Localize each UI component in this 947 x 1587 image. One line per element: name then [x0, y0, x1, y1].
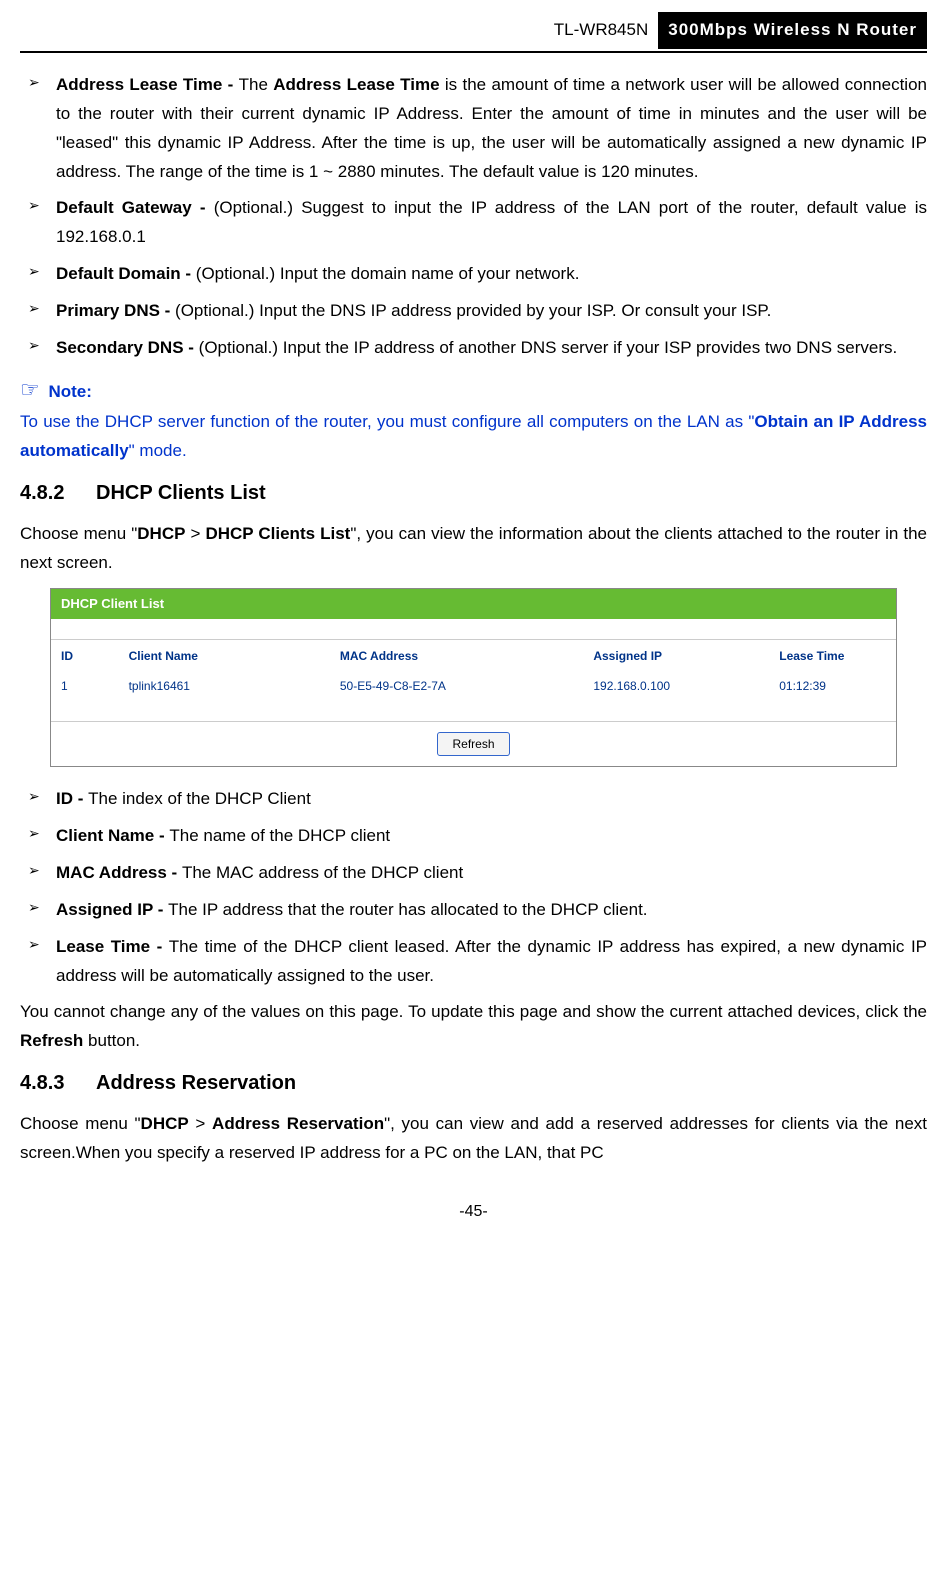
- bullet-label: ID -: [56, 789, 88, 808]
- table-header-row: ID Client Name MAC Address Assigned IP L…: [51, 639, 896, 672]
- list-item: Lease Time - The time of the DHCP client…: [20, 933, 927, 991]
- refresh-row: Refresh: [51, 721, 896, 766]
- dhcp-client-list-screenshot: DHCP Client List ID Client Name MAC Addr…: [50, 588, 897, 767]
- bullet-text: (Optional.) Input the DNS IP address pro…: [175, 301, 771, 320]
- table-row: 1 tplink16461 50-E5-49-C8-E2-7A 192.168.…: [51, 672, 896, 700]
- list-item: ID - The index of the DHCP Client: [20, 785, 927, 814]
- cell-mac: 50-E5-49-C8-E2-7A: [330, 672, 584, 700]
- section-heading-address-reservation: 4.8.3Address Reservation: [20, 1066, 927, 1100]
- list-item: MAC Address - The MAC address of the DHC…: [20, 859, 927, 888]
- text: You cannot change any of the values on t…: [20, 1002, 927, 1021]
- bullet-text: The IP address that the router has alloc…: [168, 900, 647, 919]
- col-client-name: Client Name: [119, 639, 330, 672]
- cell-ip: 192.168.0.100: [583, 672, 769, 700]
- col-assigned-ip: Assigned IP: [583, 639, 769, 672]
- menu-path: DHCP: [137, 524, 185, 543]
- refresh-bold: Refresh: [20, 1031, 83, 1050]
- bullet-strong: Address Lease Time: [273, 75, 439, 94]
- cell-id: 1: [51, 672, 119, 700]
- bullet-text: The time of the DHCP client leased. Afte…: [56, 937, 927, 985]
- section2-intro: Choose menu "DHCP > Address Reservation"…: [20, 1110, 927, 1168]
- note-text: To use the DHCP server function of the r…: [20, 408, 927, 466]
- bullet-label: Address Lease Time -: [56, 75, 239, 94]
- list-item: Client Name - The name of the DHCP clien…: [20, 822, 927, 851]
- text: Choose menu ": [20, 1114, 141, 1133]
- menu-path: DHCP Clients List: [205, 524, 350, 543]
- page-number: -45-: [0, 1198, 947, 1225]
- cell-lease: 01:12:39: [769, 672, 896, 700]
- col-id: ID: [51, 639, 119, 672]
- menu-path: DHCP: [141, 1114, 189, 1133]
- page-content: Address Lease Time - The Address Lease T…: [0, 71, 947, 1168]
- section1-intro: Choose menu "DHCP > DHCP Clients List", …: [20, 520, 927, 578]
- note-block: ☞ Note:: [20, 371, 927, 408]
- section-heading-dhcp-clients: 4.8.2DHCP Clients List: [20, 476, 927, 510]
- bullet-label: Secondary DNS -: [56, 338, 199, 357]
- note-label: Note:: [48, 382, 91, 401]
- bullet-label: Lease Time -: [56, 937, 169, 956]
- bullet-text: (Optional.) Input the IP address of anot…: [199, 338, 898, 357]
- bullet-label: Default Gateway -: [56, 198, 214, 217]
- list-item: Default Domain - (Optional.) Input the d…: [20, 260, 927, 289]
- bullet-text: The name of the DHCP client: [169, 826, 390, 845]
- list-item: Default Gateway - (Optional.) Suggest to…: [20, 194, 927, 252]
- text: To use the DHCP server function of the r…: [20, 412, 754, 431]
- post-list-text: You cannot change any of the values on t…: [20, 998, 927, 1056]
- text: " mode.: [129, 441, 187, 460]
- section-title: DHCP Clients List: [96, 482, 266, 504]
- bullet-label: Default Domain -: [56, 264, 196, 283]
- refresh-button[interactable]: Refresh: [437, 732, 509, 756]
- pointing-hand-icon: ☞: [20, 377, 40, 402]
- page-header: TL-WR845N 300Mbps Wireless N Router: [20, 12, 927, 53]
- menu-path: Address Reservation: [212, 1114, 384, 1133]
- device-title: 300Mbps Wireless N Router: [658, 12, 927, 49]
- bullet-label: Client Name -: [56, 826, 169, 845]
- text: >: [189, 1114, 212, 1133]
- bullet-label: Primary DNS -: [56, 301, 175, 320]
- top-bullet-list: Address Lease Time - The Address Lease T…: [20, 71, 927, 363]
- text: button.: [83, 1031, 140, 1050]
- mid-bullet-list: ID - The index of the DHCP Client Client…: [20, 785, 927, 990]
- bullet-label: MAC Address -: [56, 863, 182, 882]
- client-table: ID Client Name MAC Address Assigned IP L…: [51, 639, 896, 701]
- col-lease-time: Lease Time: [769, 639, 896, 672]
- bullet-text: (Optional.) Input the domain name of you…: [196, 264, 580, 283]
- bullet-text: The index of the DHCP Client: [88, 789, 311, 808]
- list-item: Address Lease Time - The Address Lease T…: [20, 71, 927, 187]
- section-number: 4.8.3: [20, 1066, 96, 1100]
- list-item: Primary DNS - (Optional.) Input the DNS …: [20, 297, 927, 326]
- text: Choose menu ": [20, 524, 137, 543]
- list-item: Assigned IP - The IP address that the ro…: [20, 896, 927, 925]
- cell-client: tplink16461: [119, 672, 330, 700]
- screenshot-titlebar: DHCP Client List: [51, 589, 896, 619]
- bullet-label: Assigned IP -: [56, 900, 168, 919]
- bullet-text: The MAC address of the DHCP client: [182, 863, 463, 882]
- section-number: 4.8.2: [20, 476, 96, 510]
- model-number: TL-WR845N: [544, 12, 658, 49]
- col-mac: MAC Address: [330, 639, 584, 672]
- text: The: [239, 75, 274, 94]
- section-title: Address Reservation: [96, 1072, 296, 1094]
- list-item: Secondary DNS - (Optional.) Input the IP…: [20, 334, 927, 363]
- text: >: [185, 524, 205, 543]
